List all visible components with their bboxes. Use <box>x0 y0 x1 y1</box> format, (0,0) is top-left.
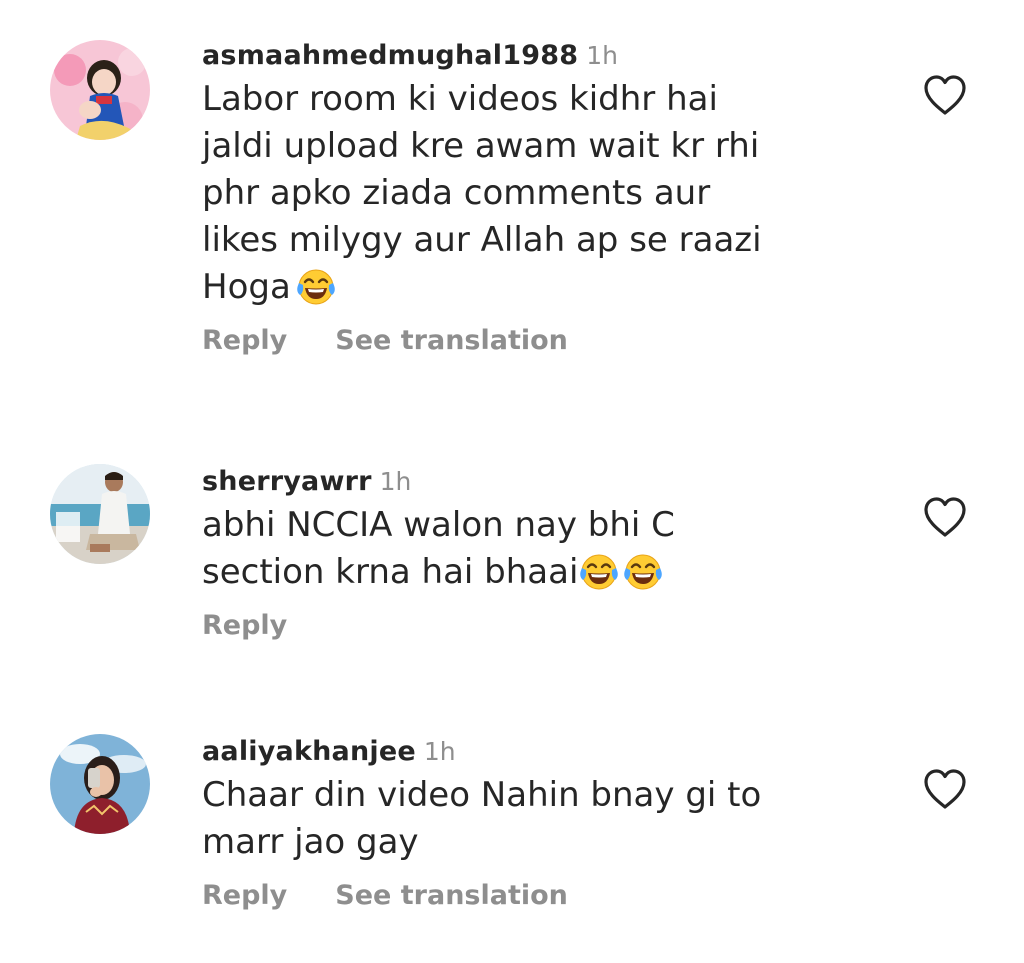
comment-text: Chaar din video Nahin bnay gi to marr ja… <box>202 772 842 866</box>
see-translation-button[interactable]: See translation <box>335 325 568 356</box>
comment-actions: Reply See translation <box>202 876 842 916</box>
comment-text: Labor room ki videos kidhr hai jaldi upl… <box>202 76 842 311</box>
face-with-tears-of-joy-icon <box>622 550 664 592</box>
timestamp: 1h <box>379 467 412 496</box>
see-translation-button[interactable]: See translation <box>335 880 568 911</box>
username[interactable]: aaliyakhanjee <box>202 736 416 767</box>
heart-icon[interactable] <box>922 768 968 810</box>
comment-header: aaliyakhanjee 1h <box>202 732 842 772</box>
comment-actions: Reply <box>202 606 842 646</box>
username[interactable]: sherryawrr <box>202 466 372 497</box>
face-with-tears-of-joy-icon <box>295 265 337 307</box>
face-with-tears-of-joy-icon <box>578 550 620 592</box>
avatar[interactable] <box>50 734 150 834</box>
girl-selfie-avatar <box>50 734 150 834</box>
snow-white-avatar <box>50 40 150 140</box>
heart-icon[interactable] <box>922 74 968 116</box>
timestamp: 1h <box>586 41 618 70</box>
reply-button[interactable]: Reply <box>202 880 287 911</box>
reply-button[interactable]: Reply <box>202 325 287 356</box>
comment-text: abhi NCCIA walon nay bhi C section krna … <box>202 502 842 596</box>
avatar[interactable] <box>50 40 150 140</box>
comment-actions: Reply See translation <box>202 321 842 361</box>
reply-button[interactable]: Reply <box>202 610 287 641</box>
heart-icon[interactable] <box>922 496 968 538</box>
comment-text-content: Chaar din video Nahin bnay gi to marr ja… <box>202 775 762 862</box>
comment-header: sherryawrr 1h <box>202 462 842 502</box>
comment-text-content: Labor room ki videos kidhr hai jaldi upl… <box>202 79 762 307</box>
username[interactable]: asmaahmedmughal1988 <box>202 40 578 71</box>
avatar[interactable] <box>50 464 150 564</box>
comment-header: asmaahmedmughal1988 1h <box>202 36 842 76</box>
timestamp: 1h <box>423 737 456 766</box>
man-sea-avatar <box>50 464 150 564</box>
